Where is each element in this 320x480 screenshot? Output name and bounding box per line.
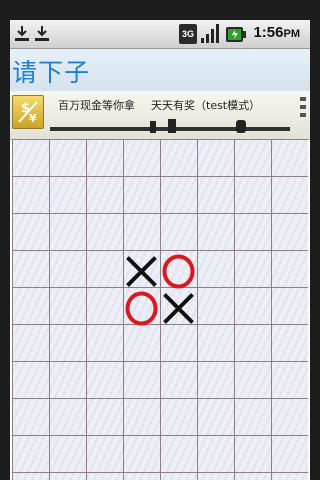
board-cell[interactable] [49, 176, 86, 213]
board-cell[interactable] [49, 250, 86, 287]
board-cell[interactable] [271, 398, 308, 435]
board-cell[interactable] [49, 213, 86, 250]
board-cell[interactable] [86, 324, 123, 361]
board-cell[interactable] [86, 250, 123, 287]
board-cell[interactable] [271, 250, 308, 287]
board-cell[interactable] [123, 176, 160, 213]
board-cell[interactable] [86, 176, 123, 213]
board-cell[interactable] [123, 213, 160, 250]
board-cell[interactable] [49, 324, 86, 361]
ad-logo-icon[interactable]: $ ¥ [12, 95, 44, 129]
board-cell[interactable] [12, 398, 49, 435]
status-clock: 1:56PM [253, 24, 300, 41]
board-cell[interactable] [234, 176, 271, 213]
ad-banner[interactable]: $ ¥ 百万现金等你拿 天天有奖（test模式） [10, 91, 310, 140]
board-cell[interactable] [197, 361, 234, 398]
board-cell[interactable] [271, 213, 308, 250]
board-cell[interactable] [12, 361, 49, 398]
ad-text-right: 天天有奖（test模式） [151, 99, 261, 112]
usb-download-icon [35, 26, 49, 41]
board-cell[interactable] [160, 139, 197, 176]
board-cell[interactable] [197, 398, 234, 435]
usb-download-icon [15, 26, 29, 41]
signal-icon [201, 24, 219, 43]
board-cell[interactable] [271, 324, 308, 361]
board-cell[interactable] [234, 139, 271, 176]
board-cell[interactable] [160, 398, 197, 435]
status-bar: 3G 1:56PM [10, 20, 310, 49]
board-cell[interactable] [271, 361, 308, 398]
board-cell[interactable] [197, 250, 234, 287]
board-cell[interactable] [123, 139, 160, 176]
board-cell[interactable] [86, 287, 123, 324]
board-cell[interactable] [197, 176, 234, 213]
board-cell[interactable] [234, 213, 271, 250]
board-cell[interactable] [271, 139, 308, 176]
board-cell[interactable] [160, 324, 197, 361]
svg-text:¥: ¥ [29, 112, 37, 125]
board-cell[interactable] [123, 361, 160, 398]
ad-decoration-image [50, 119, 290, 133]
board-cell[interactable] [12, 176, 49, 213]
title-bar: 请下子 [10, 49, 310, 91]
board-cell[interactable] [197, 287, 234, 324]
screen: 3G 1:56PM 请下子 $ ¥ 百万现金等你拿 天天有奖（test模式） [10, 20, 310, 480]
board-cell[interactable] [197, 324, 234, 361]
board-cell[interactable] [234, 250, 271, 287]
page-title: 请下子 [12, 58, 91, 87]
board-cell[interactable] [86, 139, 123, 176]
board-cell[interactable] [12, 287, 49, 324]
board-cell[interactable] [12, 213, 49, 250]
board-cell[interactable] [271, 287, 308, 324]
board-cell[interactable] [160, 361, 197, 398]
ad-text[interactable]: 百万现金等你拿 天天有奖（test模式） [58, 97, 260, 113]
board-cell[interactable] [123, 398, 160, 435]
board-cell[interactable] [234, 324, 271, 361]
battery-icon [226, 27, 246, 42]
phone-frame: 3G 1:56PM 请下子 $ ¥ 百万现金等你拿 天天有奖（test模式） [0, 0, 320, 480]
board-cell[interactable] [234, 398, 271, 435]
board-cell[interactable] [12, 139, 49, 176]
board-cell[interactable] [123, 324, 160, 361]
game-board[interactable] [12, 139, 308, 480]
board-cell[interactable] [160, 287, 197, 324]
board-cell[interactable] [234, 361, 271, 398]
board-cell[interactable] [86, 213, 123, 250]
svg-text:3G: 3G [182, 29, 194, 39]
board-cell[interactable] [271, 176, 308, 213]
board-cell[interactable] [197, 139, 234, 176]
board-cell[interactable] [12, 324, 49, 361]
network-3g-icon: 3G [179, 24, 197, 44]
board-cell[interactable] [86, 361, 123, 398]
board-grid[interactable] [12, 139, 308, 480]
ad-text-left: 百万现金等你拿 [58, 99, 135, 112]
board-cell[interactable] [12, 250, 49, 287]
board-cell[interactable] [86, 398, 123, 435]
board-cell[interactable] [160, 213, 197, 250]
board-cell[interactable] [160, 176, 197, 213]
ad-close-icon[interactable] [299, 95, 307, 131]
board-cell[interactable] [49, 398, 86, 435]
board-cell[interactable] [49, 287, 86, 324]
board-cell[interactable] [49, 139, 86, 176]
board-cell[interactable] [234, 287, 271, 324]
board-cell[interactable] [123, 250, 160, 287]
board-cell[interactable] [49, 361, 86, 398]
board-cell[interactable] [197, 213, 234, 250]
